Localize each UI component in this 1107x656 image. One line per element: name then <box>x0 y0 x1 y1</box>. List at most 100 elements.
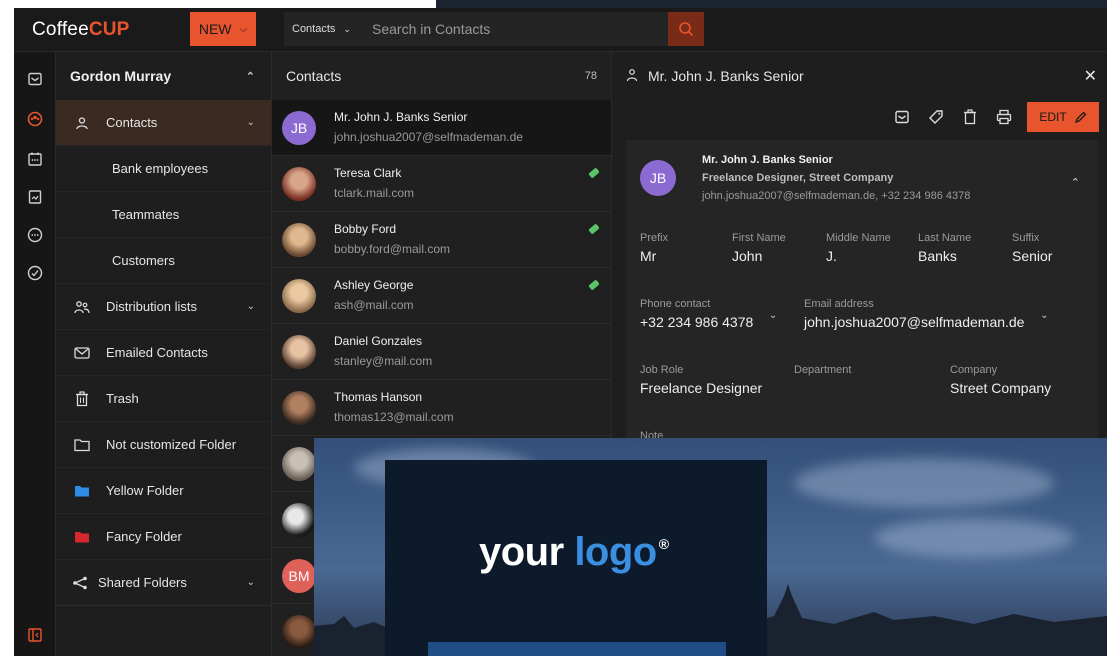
folder-icon <box>72 484 92 498</box>
sidebar-account-header[interactable]: Gordon Murray ⌃ <box>56 52 271 100</box>
first-name-field: First Name John <box>732 232 786 264</box>
avatar <box>282 335 316 369</box>
contact-row[interactable]: Bobby Ford bobby.ford@mail.com <box>272 212 611 268</box>
avatar: JB <box>640 160 676 196</box>
avatar <box>282 615 316 649</box>
tag-icon[interactable] <box>925 106 947 128</box>
department-field: Department <box>794 364 852 376</box>
avatar <box>282 167 316 201</box>
account-name: Gordon Murray <box>70 68 172 84</box>
person-icon <box>72 116 92 130</box>
your-logo: your logo ® <box>479 530 669 574</box>
logo-card: your logo ® <box>385 460 767 656</box>
calendar-icon[interactable] <box>26 150 44 168</box>
chevron-down-icon: ⌄ <box>246 301 255 312</box>
contact-name: Teresa Clark <box>334 166 402 180</box>
chevron-down-icon: ⌵ <box>239 23 248 35</box>
chevron-down-icon: ⌄ <box>246 117 255 128</box>
card-role: Freelance Designer, Street Company <box>702 172 894 184</box>
person-icon <box>626 68 638 85</box>
contacts-list-title: Contacts <box>286 68 342 84</box>
chevron-down-icon: ⌄ <box>246 577 255 588</box>
contact-name: Daniel Gonzales <box>334 334 423 348</box>
sidebar-item-contacts[interactable]: Contacts ⌄ <box>56 100 271 146</box>
sidebar: Gordon Murray ⌃ Contacts ⌄ Bank employee… <box>56 52 272 656</box>
group-icon <box>72 300 92 314</box>
sidebar-item-shared-folders[interactable]: Shared Folders ⌄ <box>56 560 271 606</box>
middle-name-field: Middle Name J. <box>826 232 891 264</box>
contact-row[interactable]: Ashley George ash@mail.com <box>272 268 611 324</box>
tag-icon <box>588 223 600 235</box>
phone-field[interactable]: Phone contact +32 234 986 4378 ⌄ <box>640 298 777 330</box>
share-icon <box>70 576 90 590</box>
top-bar: CoffeeCUP NEW ⌵ Contacts ⌄ Search in Cont… <box>14 8 1107 52</box>
sidebar-item-bank-employees[interactable]: Bank employees <box>56 146 271 192</box>
chevron-down-icon: ⌄ <box>343 24 351 34</box>
sidebar-item-fancy-folder[interactable]: Fancy Folder <box>56 514 271 560</box>
edit-button[interactable]: EDIT <box>1027 102 1099 132</box>
tag-icon <box>588 167 600 179</box>
search-bar: Contacts ⌄ Search in Contacts <box>284 12 704 46</box>
detail-header: Mr. John J. Banks Senior ✕ <box>612 52 1107 100</box>
app-logo: CoffeeCUP <box>32 19 130 40</box>
new-button[interactable]: NEW ⌵ <box>190 12 256 46</box>
last-name-field: Last Name Banks <box>918 232 972 264</box>
trash-icon <box>72 390 92 407</box>
suffix-field: Suffix Senior <box>1012 232 1053 264</box>
contact-row[interactable]: Teresa Clark tclark.mail.com <box>272 156 611 212</box>
tag-icon <box>588 279 600 291</box>
search-scope-dropdown[interactable]: Contacts ⌄ <box>284 23 362 35</box>
avatar <box>282 223 316 257</box>
chat-icon[interactable] <box>26 226 44 244</box>
sidebar-item-emailed-contacts[interactable]: Emailed Contacts <box>56 330 271 376</box>
contact-row[interactable]: Daniel Gonzales stanley@mail.com <box>272 324 611 380</box>
sidebar-item-distribution-lists[interactable]: Distribution lists ⌄ <box>56 284 271 330</box>
close-icon[interactable]: ✕ <box>1084 66 1097 86</box>
contact-row[interactable]: JB Mr. John J. Banks Senior john.joshua2… <box>272 100 611 156</box>
print-icon[interactable] <box>993 106 1015 128</box>
new-button-label: NEW <box>198 21 232 37</box>
folder-icon <box>72 438 92 452</box>
search-icon <box>679 22 694 37</box>
collapse-sidebar-icon[interactable] <box>26 626 44 644</box>
icon-rail <box>14 52 56 656</box>
tasks-icon[interactable] <box>26 264 44 282</box>
contacts-list-header: Contacts 78 <box>272 52 611 100</box>
promo-banner-image: your logo ® <box>314 438 1107 656</box>
email-contact-icon[interactable] <box>891 106 913 128</box>
contacts-count: 78 <box>584 70 597 82</box>
sidebar-item-customers[interactable]: Customers <box>56 238 271 284</box>
chevron-up-icon: ⌃ <box>245 70 255 83</box>
contact-email: john.joshua2007@selfmademan.de <box>334 130 523 144</box>
contact-email: ash@mail.com <box>334 298 414 312</box>
search-input[interactable]: Search in Contacts <box>362 21 668 37</box>
card-name: Mr. John J. Banks Senior <box>702 154 833 166</box>
contact-name: Ashley George <box>334 278 414 292</box>
sidebar-item-yellow-folder[interactable]: Yellow Folder <box>56 468 271 514</box>
chevron-up-icon[interactable]: ⌃ <box>1071 176 1080 189</box>
trash-icon[interactable] <box>959 106 981 128</box>
sidebar-item-trash[interactable]: Trash <box>56 376 271 422</box>
contact-name: Bobby Ford <box>334 222 397 236</box>
contact-name: Mr. John J. Banks Senior <box>334 110 468 124</box>
chevron-down-icon: ⌄ <box>1040 310 1049 321</box>
search-button[interactable] <box>668 12 704 46</box>
contact-name: Thomas Hanson <box>334 390 423 404</box>
prefix-field: Prefix Mr <box>640 232 669 264</box>
contacts-rail-icon[interactable] <box>26 110 44 128</box>
contact-row[interactable]: Thomas Hanson thomas123@mail.com <box>272 380 611 436</box>
card-contact-info: john.joshua2007@selfmademan.de, +32 234 … <box>702 190 971 202</box>
contact-email: thomas123@mail.com <box>334 410 454 424</box>
contact-email: tclark.mail.com <box>334 186 415 200</box>
pencil-icon <box>1074 111 1087 123</box>
files-icon[interactable] <box>26 188 44 206</box>
chevron-down-icon: ⌄ <box>768 310 778 321</box>
avatar <box>282 503 316 537</box>
logo-card-footer <box>428 642 726 656</box>
inbox-icon[interactable] <box>26 70 44 88</box>
avatar: JB <box>282 111 316 145</box>
sidebar-item-teammates[interactable]: Teammates <box>56 192 271 238</box>
sidebar-item-not-customized-folder[interactable]: Not customized Folder <box>56 422 271 468</box>
email-field[interactable]: Email address john.joshua2007@selfmademan… <box>804 298 1048 330</box>
avatar <box>282 447 316 481</box>
